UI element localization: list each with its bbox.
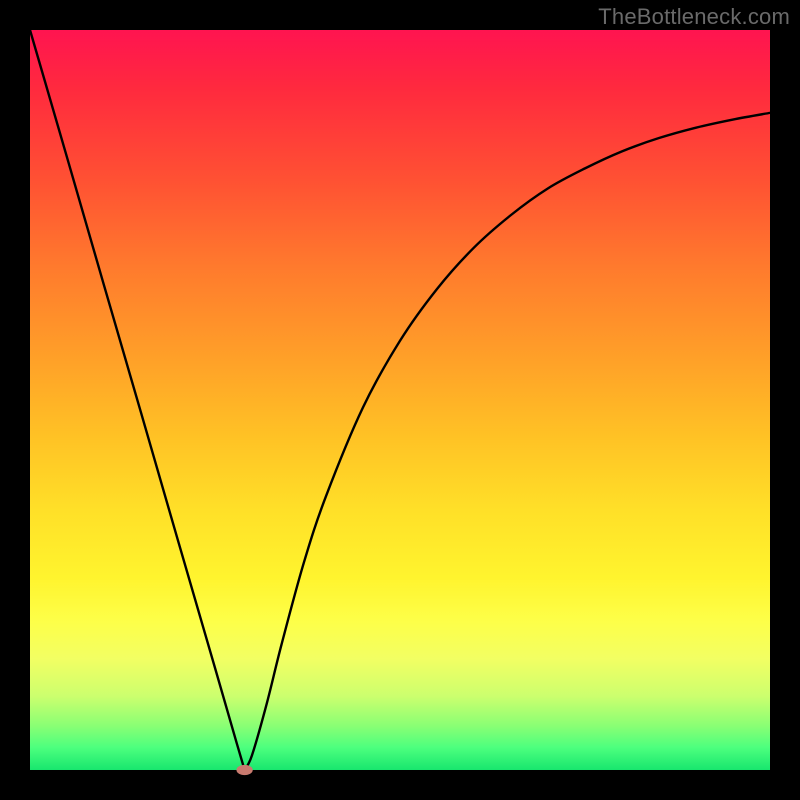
watermark-text: TheBottleneck.com <box>598 4 790 30</box>
curve-svg <box>30 30 770 770</box>
chart-frame: TheBottleneck.com <box>0 0 800 800</box>
plot-area <box>30 30 770 770</box>
optimal-point-marker <box>236 765 252 775</box>
bottleneck-curve-path <box>30 30 770 770</box>
